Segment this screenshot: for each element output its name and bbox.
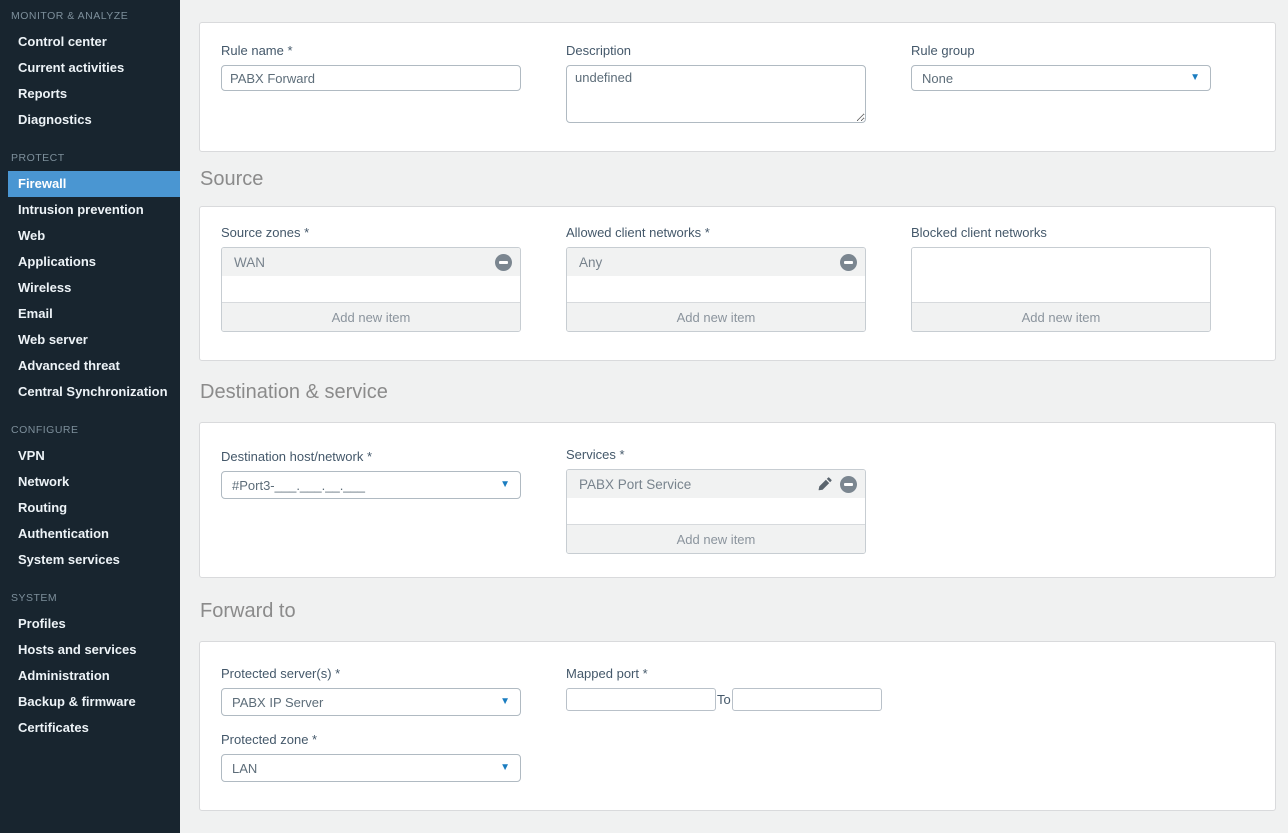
services-label: Services * [566, 447, 866, 462]
listbox-empty-area [912, 248, 1210, 302]
card-forward-to: Protected server(s) * PABX IP Server ▼ P… [199, 641, 1276, 811]
nav-section-configure: CONFIGURE VPN Network Routing Authentica… [0, 417, 180, 573]
source-zones-label: Source zones * [221, 225, 521, 240]
rule-group-value: None [922, 71, 953, 86]
mapped-port-to-input[interactable] [732, 688, 882, 711]
firewall-rule-form: Rule name * Description undefined Rule g… [180, 0, 1288, 811]
service-value: PABX Port Service [579, 477, 691, 492]
caret-down-icon: ▼ [500, 763, 510, 773]
blocked-networks-add-button[interactable]: Add new item [912, 302, 1210, 331]
listbox-empty-area [222, 276, 520, 302]
sidebar-item-diagnostics[interactable]: Diagnostics [0, 107, 180, 133]
sidebar-item-central-synchronization[interactable]: Central Synchronization [0, 379, 180, 405]
sidebar-item-control-center[interactable]: Control center [0, 29, 180, 55]
rule-group-select[interactable]: None ▼ [911, 65, 1211, 91]
destination-section-heading: Destination & service [200, 381, 1276, 404]
nav-section-label: MONITOR & ANALYZE [0, 3, 180, 29]
sidebar-item-administration[interactable]: Administration [0, 663, 180, 689]
nav-section-label: SYSTEM [0, 585, 180, 611]
allowed-network-value: Any [579, 255, 602, 270]
caret-down-icon: ▼ [500, 480, 510, 490]
mapped-port-label: Mapped port * [566, 666, 896, 681]
description-textarea[interactable]: undefined [566, 65, 866, 123]
card-general: Rule name * Description undefined Rule g… [199, 22, 1276, 152]
description-label: Description [566, 43, 866, 58]
mapped-port-to-label: To [717, 692, 731, 707]
sidebar-item-authentication[interactable]: Authentication [0, 521, 180, 547]
destination-host-label: Destination host/network * [221, 449, 521, 464]
list-item: Any [567, 248, 865, 276]
forward-section-heading: Forward to [200, 600, 1276, 623]
services-listbox: PABX Port Service Add new item [566, 469, 866, 554]
nav-section-label: CONFIGURE [0, 417, 180, 443]
sidebar-item-current-activities[interactable]: Current activities [0, 55, 180, 81]
listbox-empty-area [567, 276, 865, 302]
allowed-networks-label: Allowed client networks * [566, 225, 866, 240]
sidebar-item-vpn[interactable]: VPN [0, 443, 180, 469]
nav-section-protect: PROTECT Firewall Intrusion prevention We… [0, 145, 180, 405]
sidebar-item-network[interactable]: Network [0, 469, 180, 495]
protected-zone-select[interactable]: LAN ▼ [221, 754, 521, 782]
card-source: Source zones * WAN Add new item Allowed … [199, 206, 1276, 361]
sidebar-item-wireless[interactable]: Wireless [0, 275, 180, 301]
nav-section-monitor-analyze: MONITOR & ANALYZE Control center Current… [0, 3, 180, 133]
listbox-empty-area [567, 498, 865, 524]
blocked-networks-label: Blocked client networks [911, 225, 1211, 240]
sidebar-item-web-server[interactable]: Web server [0, 327, 180, 353]
sidebar-item-reports[interactable]: Reports [0, 81, 180, 107]
list-item: WAN [222, 248, 520, 276]
source-zone-value: WAN [234, 255, 265, 270]
sidebar-item-web[interactable]: Web [0, 223, 180, 249]
caret-down-icon: ▼ [1190, 73, 1200, 83]
sidebar-item-firewall[interactable]: Firewall [8, 171, 180, 197]
protected-servers-value: PABX IP Server [232, 695, 323, 710]
protected-zone-value: LAN [232, 761, 257, 776]
sidebar-item-system-services[interactable]: System services [0, 547, 180, 573]
sidebar-item-profiles[interactable]: Profiles [0, 611, 180, 637]
sidebar-item-routing[interactable]: Routing [0, 495, 180, 521]
pencil-icon[interactable] [817, 476, 833, 492]
source-zones-add-button[interactable]: Add new item [222, 302, 520, 331]
allowed-networks-add-button[interactable]: Add new item [567, 302, 865, 331]
sidebar-nav: MONITOR & ANALYZE Control center Current… [0, 0, 180, 833]
sidebar-item-advanced-threat[interactable]: Advanced threat [0, 353, 180, 379]
rule-name-label: Rule name * [221, 43, 521, 58]
sidebar-item-backup-firmware[interactable]: Backup & firmware [0, 689, 180, 715]
sidebar-item-intrusion-prevention[interactable]: Intrusion prevention [0, 197, 180, 223]
caret-down-icon: ▼ [500, 697, 510, 707]
minus-circle-icon[interactable] [840, 476, 857, 493]
sidebar-item-email[interactable]: Email [0, 301, 180, 327]
card-destination: Destination host/network * #Port3-___.__… [199, 422, 1276, 578]
destination-host-value: #Port3-___.___.__.___ [232, 478, 365, 493]
rule-name-input[interactable] [221, 65, 521, 91]
source-zones-listbox: WAN Add new item [221, 247, 521, 332]
protected-servers-select[interactable]: PABX IP Server ▼ [221, 688, 521, 716]
minus-circle-icon[interactable] [840, 254, 857, 271]
sidebar-item-hosts-and-services[interactable]: Hosts and services [0, 637, 180, 663]
rule-group-label: Rule group [911, 43, 1211, 58]
source-section-heading: Source [200, 168, 1276, 191]
nav-section-system: SYSTEM Profiles Hosts and services Admin… [0, 585, 180, 741]
sidebar-item-certificates[interactable]: Certificates [0, 715, 180, 741]
nav-section-label: PROTECT [0, 145, 180, 171]
protected-servers-label: Protected server(s) * [221, 666, 521, 681]
minus-circle-icon[interactable] [495, 254, 512, 271]
sidebar-item-applications[interactable]: Applications [0, 249, 180, 275]
mapped-port-from-input[interactable] [566, 688, 716, 711]
allowed-networks-listbox: Any Add new item [566, 247, 866, 332]
list-item: PABX Port Service [567, 470, 865, 498]
blocked-networks-listbox: Add new item [911, 247, 1211, 332]
destination-host-select[interactable]: #Port3-___.___.__.___ ▼ [221, 471, 521, 499]
protected-zone-label: Protected zone * [221, 732, 521, 747]
services-add-button[interactable]: Add new item [567, 524, 865, 553]
